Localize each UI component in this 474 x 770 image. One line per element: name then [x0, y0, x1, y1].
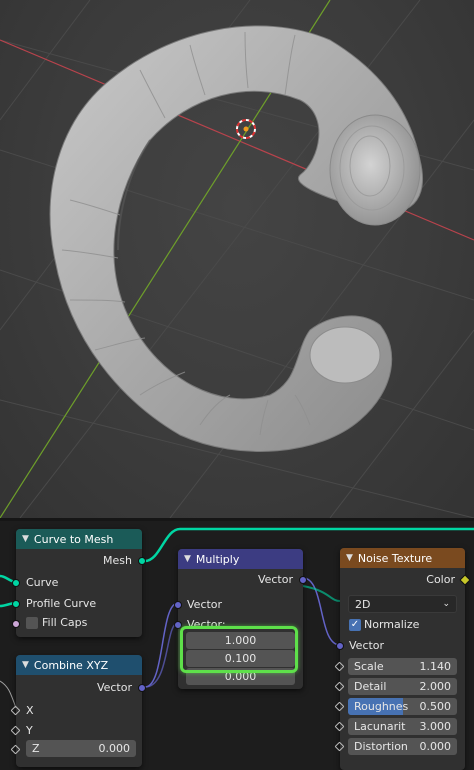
detail-field[interactable]: Detail 2.000 — [348, 678, 457, 695]
socket-profile-input[interactable] — [12, 600, 20, 608]
tube-mesh — [49, 25, 424, 452]
normalize-checkbox[interactable]: ✓ — [349, 619, 361, 631]
input-vector-label: Vector — [349, 639, 385, 652]
node-noise-texture[interactable]: ▼ Noise Texture Color 2D ⌄ ✓ Normalize V… — [334, 548, 471, 770]
link-combine-to-multiply — [144, 602, 179, 688]
detail-value: 2.000 — [419, 680, 452, 693]
socket-fill-caps-input[interactable] — [12, 620, 20, 628]
link-left-misc — [0, 680, 17, 709]
chevron-down-icon[interactable]: ▼ — [22, 660, 29, 670]
roughness-label: Roughnes — [354, 700, 409, 713]
lacunarity-field[interactable]: Lacunarit 3.000 — [348, 718, 457, 735]
chevron-down-icon: ⌄ — [442, 599, 450, 609]
node-title: Noise Texture — [357, 551, 433, 565]
z-value: 0.000 — [98, 742, 131, 755]
dimension-value: 2D — [355, 597, 371, 611]
link-noise-bg — [302, 585, 341, 602]
output-mesh-label: Mesh — [103, 554, 132, 567]
input-x-label: X — [26, 704, 34, 717]
node-title: Multiply — [195, 552, 240, 566]
z-label: Z — [32, 742, 40, 755]
highlight-box — [180, 626, 298, 673]
fill-caps-label: Fill Caps — [42, 616, 88, 629]
detail-label: Detail — [354, 680, 387, 693]
input-vector-1-label: Vector — [187, 598, 223, 611]
scale-field[interactable]: Scale 1.140 — [348, 658, 457, 675]
node-header[interactable]: ▼ Multiply — [178, 549, 303, 569]
3d-cursor-icon — [236, 119, 256, 139]
chevron-down-icon[interactable]: ▼ — [346, 553, 353, 563]
output-vector-label: Vector — [96, 681, 132, 694]
node-header[interactable]: ▼ Curve to Mesh — [16, 529, 142, 549]
input-curve-label: Curve — [26, 576, 59, 589]
viewport-scene — [0, 0, 474, 518]
output-color-label: Color — [426, 573, 455, 586]
socket-mesh-output[interactable] — [138, 557, 146, 565]
socket-vector-output[interactable] — [299, 576, 307, 584]
roughness-field[interactable]: Roughnes 0.500 — [348, 698, 457, 715]
socket-vector-output[interactable] — [138, 684, 146, 692]
lacunarity-label: Lacunarit — [354, 720, 406, 733]
3d-viewport[interactable] — [0, 0, 474, 518]
fill-caps-checkbox[interactable] — [26, 617, 38, 629]
chevron-down-icon[interactable]: ▼ — [184, 554, 191, 564]
input-y-label: Y — [26, 724, 33, 737]
scale-label: Scale — [354, 660, 384, 673]
output-vector-label: Vector — [257, 573, 293, 586]
socket-vector-1-input[interactable] — [174, 601, 182, 609]
node-title: Combine XYZ — [33, 658, 109, 672]
z-value-field[interactable]: Z 0.000 — [26, 740, 136, 757]
tube-open-end — [309, 326, 381, 384]
scale-value: 1.140 — [419, 660, 452, 673]
socket-curve-input[interactable] — [12, 579, 20, 587]
node-combine-xyz[interactable]: ▼ Combine XYZ Vector X Y Z 0.000 — [10, 655, 146, 767]
dimension-dropdown[interactable]: 2D ⌄ — [348, 595, 457, 613]
distortion-field[interactable]: Distortion 0.000 — [348, 738, 457, 755]
link-combine-to-multiply-2 — [144, 622, 179, 688]
node-title: Curve to Mesh — [33, 532, 114, 546]
input-profile-label: Profile Curve — [26, 597, 97, 610]
node-header[interactable]: ▼ Combine XYZ — [16, 655, 142, 675]
node-editor[interactable]: ▼ Curve to Mesh Mesh Curve Profile Curve… — [0, 521, 474, 770]
distortion-value: 0.000 — [419, 740, 452, 753]
tube-end-coil — [329, 114, 421, 226]
lacunarity-value: 3.000 — [419, 720, 452, 733]
roughness-value: 0.500 — [419, 700, 452, 713]
distortion-label: Distortion — [354, 740, 408, 753]
node-header[interactable]: ▼ Noise Texture — [340, 548, 465, 568]
socket-vector-input[interactable] — [336, 642, 344, 650]
chevron-down-icon[interactable]: ▼ — [22, 534, 29, 544]
normalize-label: Normalize — [364, 618, 420, 631]
node-curve-to-mesh[interactable]: ▼ Curve to Mesh Mesh Curve Profile Curve… — [12, 529, 146, 637]
